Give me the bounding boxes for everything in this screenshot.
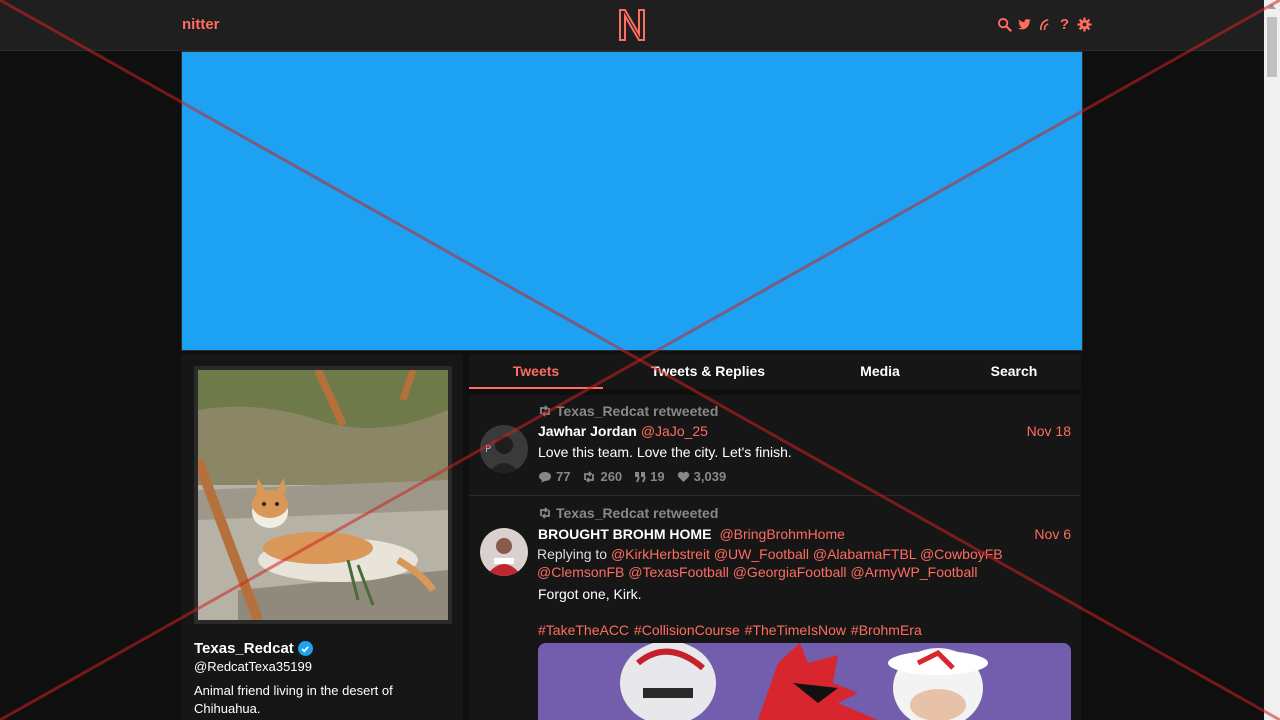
tweet-fullname[interactable]: BROUGHT BROHM HOME — [538, 526, 711, 542]
retweet-icon — [540, 405, 550, 417]
retweets-count: 260 — [600, 469, 623, 484]
reply-mention[interactable]: @ClemsonFB — [537, 564, 624, 580]
twitter-bird-icon[interactable] — [1017, 15, 1032, 33]
profile-card: Texas_Redcat @RedcatTexa35199 Animal fri… — [181, 354, 463, 720]
tweet-content: Forgot one, Kirk. — [538, 586, 642, 602]
scroll-up-arrow-icon[interactable] — [1268, 4, 1276, 9]
retweet-header: Texas_Redcat retweeted — [538, 505, 718, 521]
tweet-avatar[interactable] — [480, 528, 528, 576]
tweet-header: Jawhar Jordan @JaJo_25 — [538, 423, 708, 439]
verified-icon — [297, 641, 313, 656]
timeline-tabs: Tweets Tweets & Replies Media Search — [469, 354, 1081, 389]
navbar: nitter ? — [0, 0, 1264, 51]
profile-bio: Animal friend living in the desert of Ch… — [194, 683, 393, 716]
rss-icon[interactable] — [1037, 15, 1052, 33]
tab-search[interactable]: Search — [961, 354, 1067, 389]
reply-mention[interactable]: @TexasFootball — [628, 564, 729, 580]
page-scrollbar[interactable] — [1264, 0, 1280, 720]
settings-icon[interactable] — [1077, 15, 1092, 33]
tab-media[interactable]: Media — [827, 354, 933, 389]
profile-fullname[interactable]: Texas_Redcat — [194, 640, 313, 657]
tweet-stat-likes: 3,039 — [677, 469, 727, 484]
retweet-icon — [540, 507, 550, 519]
retweet-header-text: Texas_Redcat retweeted — [556, 403, 719, 419]
replying-to-label: Replying to — [537, 546, 608, 562]
tweet-content: Love this team. Love the city. Let's fin… — [538, 444, 792, 460]
retweet-header: Texas_Redcat retweeted — [538, 403, 718, 419]
reply-mention[interactable]: @UW_Football — [714, 546, 809, 562]
reply-mention[interactable]: @GeorgiaFootball — [733, 564, 847, 580]
tweet-media[interactable] — [538, 643, 1071, 720]
reply-mention[interactable]: @KirkHerbstreit — [611, 546, 710, 562]
reply-mention[interactable]: @CowboyFB — [920, 546, 1003, 562]
profile-username[interactable]: @RedcatTexa35199 — [194, 659, 312, 674]
help-icon[interactable]: ? — [1057, 15, 1072, 33]
tweet-hashtags[interactable]: #TakeTheACC #CollisionCourse #TheTimeIsN… — [538, 622, 922, 638]
tweet-date[interactable]: Nov 18 — [1027, 423, 1071, 439]
tab-tweets[interactable]: Tweets — [469, 354, 603, 389]
svg-text:P: P — [485, 444, 491, 455]
replies-count: 77 — [556, 469, 571, 484]
profile-avatar-frame — [194, 366, 452, 624]
tweet-stat-retweets: 260 — [582, 469, 622, 484]
reply-mention[interactable]: @ArmyWP_Football — [850, 564, 977, 580]
tweet-date[interactable]: Nov 6 — [1034, 526, 1071, 542]
tweet-stat-replies: 77 — [538, 469, 570, 484]
quote-icon — [635, 471, 647, 482]
tweet-stats: 77 260 19 3,039 — [538, 469, 726, 484]
tab-tweets-replies[interactable]: Tweets & Replies — [627, 354, 789, 389]
tweet-header: BROUGHT BROHM HOME @BringBrohmHome — [538, 526, 845, 542]
profile-banner[interactable] — [181, 51, 1083, 351]
quotes-count: 19 — [650, 469, 665, 484]
heart-icon — [677, 471, 689, 482]
tweet-fullname[interactable]: Jawhar Jordan — [538, 423, 637, 439]
nitter-logo-icon[interactable] — [617, 8, 647, 42]
tweet-username[interactable]: @JaJo_25 — [641, 423, 708, 439]
nav-icons: ? — [997, 15, 1092, 33]
profile-avatar[interactable] — [198, 370, 448, 620]
tweet-avatar[interactable]: P — [480, 425, 528, 473]
profile-name-text: Texas_Redcat — [194, 640, 294, 657]
retweet-icon — [584, 470, 595, 483]
timeline-item[interactable]: Texas_Redcat retweeted P Jawhar Jordan @J… — [469, 395, 1081, 496]
reply-mention[interactable]: @AlabamaFTBL — [813, 546, 916, 562]
retweet-header-text: Texas_Redcat retweeted — [556, 505, 719, 521]
scrollbar-thumb[interactable] — [1267, 17, 1277, 77]
site-brand-link[interactable]: nitter — [182, 16, 220, 33]
search-icon[interactable] — [997, 15, 1012, 33]
likes-count: 3,039 — [693, 469, 727, 484]
comment-icon — [539, 471, 551, 482]
replying-to: Replying to @KirkHerbstreit @UW_Football… — [537, 545, 1017, 581]
tweet-username[interactable]: @BringBrohmHome — [719, 526, 844, 542]
tweet-stat-quotes: 19 — [634, 469, 665, 484]
